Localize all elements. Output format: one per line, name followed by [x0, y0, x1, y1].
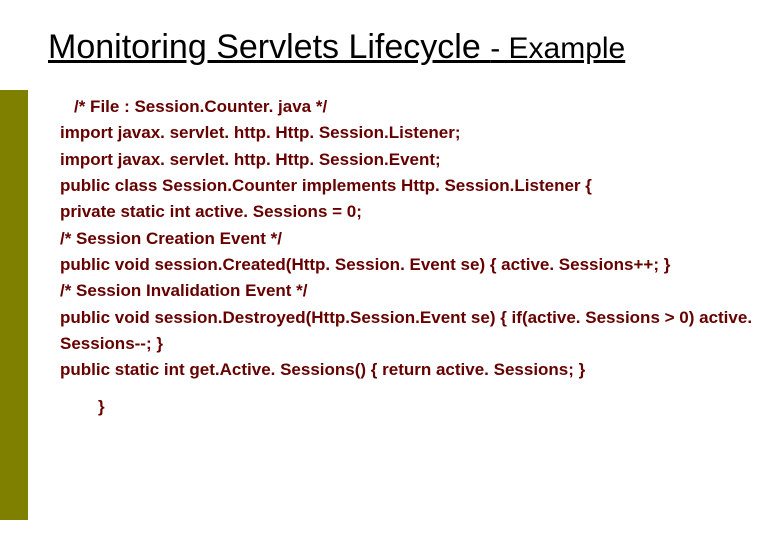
- side-accent-bar: [0, 90, 28, 520]
- code-line: public void session.Destroyed(Http.Sessi…: [60, 305, 760, 358]
- code-line: }: [60, 394, 760, 420]
- title-main: Monitoring Servlets Lifecycle: [48, 28, 490, 66]
- code-line: public static int get.Active. Sessions()…: [60, 357, 760, 383]
- code-block: /* File : Session.Counter. java */ impor…: [60, 94, 760, 420]
- code-line: /* Session Creation Event */: [60, 226, 760, 252]
- title-suffix: - Example: [490, 32, 625, 65]
- code-line: public class Session.Counter implements …: [60, 173, 760, 199]
- slide: Monitoring Servlets Lifecycle - Example …: [0, 0, 780, 540]
- code-line: import javax. servlet. http. Http. Sessi…: [60, 147, 760, 173]
- code-line: public void session.Created(Http. Sessio…: [60, 252, 760, 278]
- code-line: /* Session Invalidation Event */: [60, 278, 760, 304]
- code-line: private static int active. Sessions = 0;: [60, 199, 760, 225]
- code-line: import javax. servlet. http. Http. Sessi…: [60, 120, 760, 146]
- slide-title: Monitoring Servlets Lifecycle - Example: [48, 28, 625, 67]
- code-line: /* File : Session.Counter. java */: [60, 94, 760, 120]
